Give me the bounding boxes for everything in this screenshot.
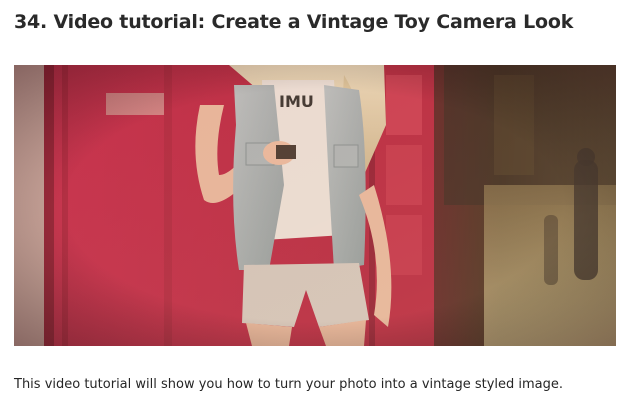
article-card: 34. Video tutorial: Create a Vintage Toy… [0,0,640,409]
vintage-photo-illustration: IMU [14,65,616,346]
article-description: This video tutorial will show you how to… [14,377,564,392]
article-title[interactable]: 34. Video tutorial: Create a Vintage Toy… [14,9,573,35]
article-image[interactable]: IMU [14,65,616,346]
